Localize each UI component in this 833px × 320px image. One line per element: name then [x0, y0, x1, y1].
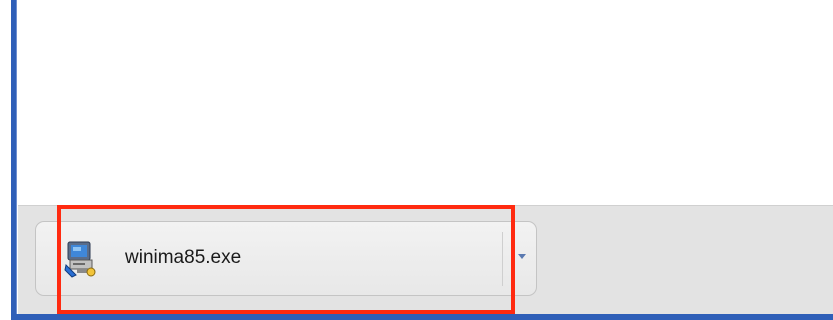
browser-window: winima85.exe [0, 0, 833, 320]
chevron-down-icon[interactable] [514, 248, 530, 266]
window-frame-left [11, 0, 17, 320]
item-divider [502, 232, 503, 286]
window-frame-bottom [11, 314, 833, 320]
download-item[interactable]: winima85.exe [35, 221, 537, 296]
executable-installer-icon [64, 239, 100, 279]
download-file-name: winima85.exe [125, 247, 242, 268]
page-content-area [18, 0, 833, 205]
